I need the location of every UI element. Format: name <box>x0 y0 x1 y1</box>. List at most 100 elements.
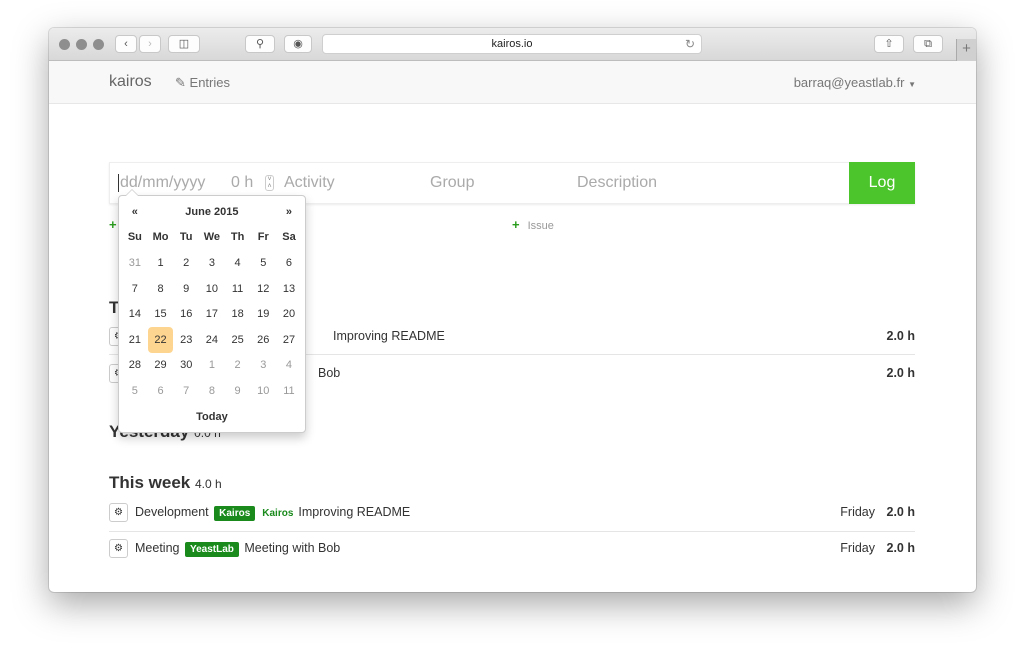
calendar-day[interactable]: 11 <box>276 378 302 404</box>
today-button[interactable]: Today <box>122 404 302 430</box>
calendar-day[interactable]: 4 <box>225 250 251 276</box>
gear-icon[interactable]: ⚙ <box>109 503 128 522</box>
calendar-day[interactable]: 4 <box>276 353 302 379</box>
prev-month-button[interactable]: « <box>122 199 148 225</box>
table-row: ⚙ Meeting YeastLab Meeting with Bob Frid… <box>109 531 915 567</box>
weekday-header: Th <box>230 231 245 244</box>
weekday-header: We <box>203 231 221 244</box>
calendar-day[interactable]: 1 <box>148 250 174 276</box>
row-description: Meeting with Bob <box>244 541 341 555</box>
hours-input[interactable]: 0 h <box>231 174 253 192</box>
calendar-day[interactable]: 2 <box>225 353 251 379</box>
zoom-window-button[interactable] <box>93 39 104 50</box>
calendar-day[interactable]: 17 <box>199 301 225 327</box>
calendar-day[interactable]: 9 <box>173 276 199 302</box>
close-window-button[interactable] <box>59 39 70 50</box>
share-icon[interactable]: ⇧ <box>874 35 904 53</box>
calendar-day-selected[interactable]: 22 <box>147 326 174 353</box>
calendar-day[interactable]: 1 <box>199 353 225 379</box>
calendar-day[interactable]: 28 <box>122 353 148 379</box>
nav-entries-label: Entries <box>189 75 230 90</box>
caret-down-icon: ▼ <box>908 80 916 89</box>
calendar-day[interactable]: 6 <box>276 250 302 276</box>
calendar-day[interactable]: 10 <box>250 378 276 404</box>
add-issue-link[interactable]: + Issue <box>512 217 554 232</box>
log-button[interactable]: Log <box>849 162 915 204</box>
plus-icon: + <box>512 217 520 232</box>
calendar-day[interactable]: 7 <box>122 276 148 302</box>
calendar-day[interactable]: 29 <box>148 353 174 379</box>
user-menu[interactable]: barraq@yeastlab.fr ▼ <box>794 75 916 90</box>
calendar-day[interactable]: 3 <box>250 353 276 379</box>
calendar-day[interactable]: 19 <box>250 301 276 327</box>
new-tab-icon[interactable]: + <box>956 39 976 61</box>
calendar-day[interactable]: 15 <box>148 301 174 327</box>
ghostery-icon[interactable]: ◉ <box>284 35 312 53</box>
group-input[interactable]: Group <box>430 174 474 192</box>
next-month-button[interactable]: » <box>276 199 302 225</box>
calendar-day[interactable]: 2 <box>173 250 199 276</box>
hours-stepper[interactable]: ˅ ˄ <box>265 175 274 191</box>
calendar-day[interactable]: 27 <box>276 327 302 353</box>
row-description: Improving README <box>298 505 411 519</box>
calendar-day[interactable]: 25 <box>225 327 251 353</box>
row-description: Improving README <box>333 329 445 343</box>
row-activity: Development <box>135 505 209 519</box>
calendar-day[interactable]: 21 <box>122 327 148 353</box>
calendar-day[interactable]: 5 <box>122 378 148 404</box>
row-description: Bob <box>318 366 341 380</box>
calendar-day[interactable]: 5 <box>250 250 276 276</box>
project-label: Kairos <box>262 508 294 519</box>
gear-icon[interactable]: ⚙ <box>109 539 128 558</box>
back-icon[interactable]: ‹ <box>115 35 137 53</box>
calendar-day[interactable]: 14 <box>122 301 148 327</box>
calendar-day[interactable]: 18 <box>225 301 251 327</box>
calendar-day[interactable]: 8 <box>148 276 174 302</box>
calendar-day[interactable]: 8 <box>199 378 225 404</box>
calendar-day[interactable]: 7 <box>173 378 199 404</box>
weekday-header: Su <box>127 231 142 244</box>
browser-toolbar: ‹ › ◫ ⚲ ◉ kairos.io ↻ ⇧ ⧉ + <box>49 28 976 61</box>
calendar-day[interactable]: 20 <box>276 301 302 327</box>
browser-window: ‹ › ◫ ⚲ ◉ kairos.io ↻ ⇧ ⧉ + kairos ✎ Entr… <box>49 28 976 592</box>
this-week-heading: This week 4.0 h <box>109 473 222 493</box>
search-icon[interactable]: ⚲ <box>245 35 275 53</box>
calendar-week: 31 1 2 3 4 5 6 <box>122 250 302 276</box>
nav-entries[interactable]: ✎ Entries <box>175 75 230 91</box>
navbar: kairos ✎ Entries barraq@yeastlab.fr ▼ <box>49 61 976 104</box>
group-badge: Kairos <box>214 506 256 521</box>
calendar-day[interactable]: 24 <box>199 327 225 353</box>
minimize-window-button[interactable] <box>76 39 87 50</box>
calendar-day[interactable]: 31 <box>122 250 148 276</box>
reload-icon[interactable]: ↻ <box>685 35 695 53</box>
this-week-title: This week <box>109 473 191 492</box>
row-hours: 2.0 h <box>886 329 916 343</box>
calendar-day[interactable]: 26 <box>250 327 276 353</box>
plus-icon: + <box>109 217 117 232</box>
issue-label: Issue <box>527 220 554 232</box>
month-title[interactable]: June 2015 <box>148 199 276 225</box>
calendar-day[interactable]: 16 <box>173 301 199 327</box>
address-bar[interactable]: kairos.io ↻ <box>322 34 702 54</box>
calendar-day[interactable]: 10 <box>199 276 225 302</box>
calendar-day[interactable]: 6 <box>148 378 174 404</box>
calendar-week: 7 8 9 10 11 12 13 <box>122 276 302 302</box>
forward-icon[interactable]: › <box>139 35 161 53</box>
calendar-day[interactable]: 11 <box>225 276 251 302</box>
calendar-day[interactable]: 9 <box>225 378 251 404</box>
table-row: ⚙ Development Kairos Kairos Improving READ… <box>109 495 915 531</box>
calendar-day[interactable]: 12 <box>250 276 276 302</box>
calendar-day[interactable]: 13 <box>276 276 302 302</box>
description-input[interactable]: Description <box>577 174 657 192</box>
edit-icon: ✎ <box>175 75 186 90</box>
activity-input[interactable]: Activity <box>284 174 335 192</box>
tabs-icon[interactable]: ⧉ <box>913 35 943 53</box>
weekday-header: Tu <box>179 231 193 244</box>
calendar-day[interactable]: 23 <box>173 327 199 353</box>
calendar-day[interactable]: 3 <box>199 250 225 276</box>
calendar-day[interactable]: 30 <box>173 353 199 379</box>
brand-link[interactable]: kairos <box>109 73 152 91</box>
url-text: kairos.io <box>491 38 533 50</box>
weekday-header: Sa <box>282 231 296 244</box>
sidebar-icon[interactable]: ◫ <box>168 35 200 53</box>
